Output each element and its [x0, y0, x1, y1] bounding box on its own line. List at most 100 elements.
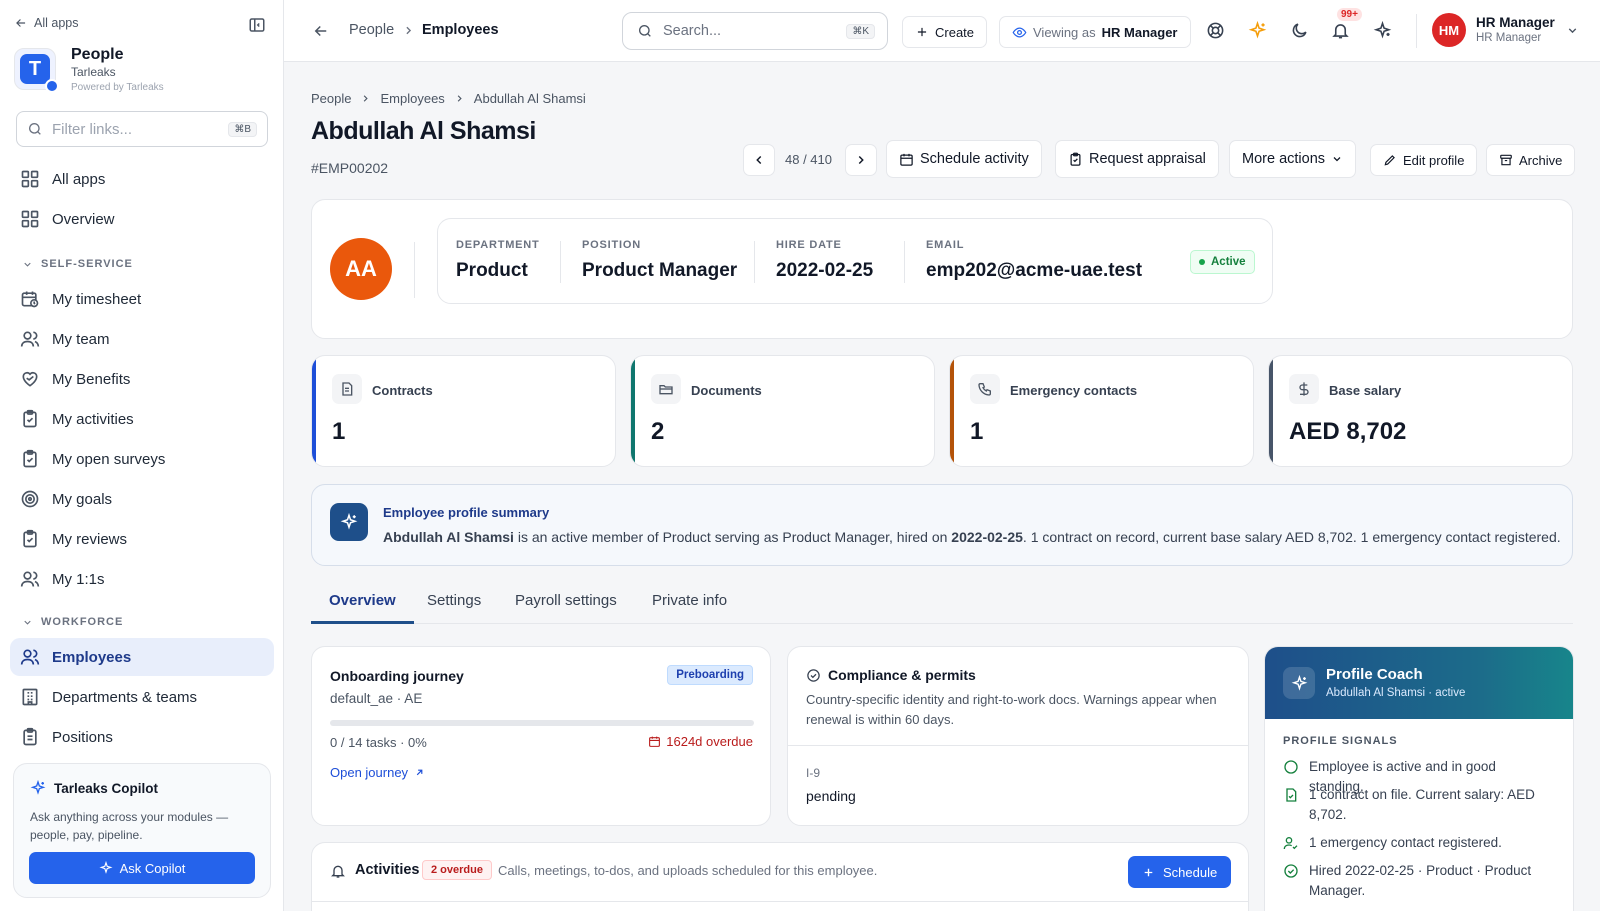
request-appraisal-button[interactable]: Request appraisal [1055, 140, 1219, 178]
sidebar-collapse-icon[interactable] [248, 16, 266, 34]
page-title: Abdullah Al Shamsi [311, 117, 536, 145]
stat-card-emergency-contacts[interactable]: Emergency contacts 1 [949, 355, 1254, 467]
stat-label: Contracts [372, 383, 433, 398]
signal-item: 1 contract on file. Current salary: AED … [1283, 785, 1543, 825]
breadcrumb-people[interactable]: People [349, 22, 394, 38]
onboarding-template: default_ae · AE [330, 691, 423, 706]
stat-icon-wrap [1289, 374, 1319, 404]
archive-icon [1499, 153, 1513, 167]
clipboard-check-icon [20, 449, 40, 469]
onboarding-badge: Preboarding [667, 665, 753, 685]
more-actions-button[interactable]: More actions [1229, 140, 1357, 178]
open-journey-label: Open journey [330, 765, 409, 780]
profile-coach-card: Profile Coach Abdullah Al Shamsi · activ… [1264, 646, 1574, 911]
external-link-icon [414, 767, 425, 778]
stat-card-base-salary[interactable]: Base salary AED 8,702 [1268, 355, 1573, 467]
user-menu[interactable]: HM HR Manager HR Manager [1432, 13, 1582, 49]
tab-overview[interactable]: Overview [311, 592, 414, 624]
tab-payroll-settings[interactable]: Payroll settings [515, 592, 617, 624]
breadcrumb-item[interactable]: Employees [380, 91, 444, 106]
sidebar-item-label: My team [52, 330, 110, 348]
ask-copilot-button[interactable]: Ask Copilot [29, 852, 255, 884]
sidebar-item-overview[interactable]: Overview [10, 200, 274, 238]
clipboard-check-icon [1068, 152, 1083, 167]
archive-button[interactable]: Archive [1486, 144, 1576, 176]
building-icon [20, 687, 40, 707]
sidebar-item-my-timesheet[interactable]: My timesheet [10, 280, 274, 318]
breadcrumb-employees: Employees [422, 22, 499, 38]
compliance-title: Compliance & permits [828, 667, 976, 683]
magic-icon[interactable] [1373, 21, 1392, 40]
back-arrow-icon[interactable] [312, 22, 330, 40]
sparkle-ai-icon[interactable] [1248, 21, 1267, 40]
target-icon [20, 489, 40, 509]
compliance-doc-label: I-9 [806, 766, 821, 780]
sidebar-item-label: Employees [52, 648, 132, 666]
user-role: HR Manager [1476, 32, 1542, 44]
sidebar-item-my-reviews[interactable]: My reviews [10, 520, 274, 558]
divider [560, 241, 561, 283]
bell-icon [330, 863, 346, 879]
schedule-activity-button[interactable]: Schedule activity [886, 140, 1042, 178]
copilot-description: Ask anything across your modules — peopl… [30, 810, 229, 842]
stat-card-documents[interactable]: Documents 2 [630, 355, 935, 467]
viewing-as-button[interactable]: Viewing as HR Manager [999, 16, 1191, 48]
previous-record-button[interactable] [743, 144, 775, 176]
schedule-label: Schedule [1163, 864, 1218, 880]
open-journey-link[interactable]: Open journey [330, 765, 425, 780]
breadcrumb-item[interactable]: People [311, 91, 351, 106]
sidebar-item-my-goals[interactable]: My goals [10, 480, 274, 518]
sidebar-item-my-activities[interactable]: My activities [10, 400, 274, 438]
create-button[interactable]: Create [902, 16, 988, 48]
sidebar-item-my-team[interactable]: My team [10, 320, 274, 358]
summary-text-part: . 1 contract on record, current base sal… [1022, 529, 1561, 545]
stat-value: 1 [970, 418, 984, 445]
next-record-button[interactable] [845, 144, 877, 176]
search-placeholder: Search... [663, 23, 722, 39]
sidebar-item-my-1on1s[interactable]: My 1:1s [10, 560, 274, 598]
sidebar-item-my-benefits[interactable]: My Benefits [10, 360, 274, 398]
sidebar-item-all-apps[interactable]: All apps [10, 160, 274, 198]
moon-icon[interactable] [1290, 21, 1309, 40]
sidebar-item-label: Positions [52, 728, 113, 746]
arrow-left-icon [14, 16, 28, 30]
back-to-all-apps[interactable]: All apps [14, 16, 78, 30]
overdue-text: 1624d overdue [666, 734, 753, 749]
self-service-section-toggle[interactable]: SELF-SERVICE [22, 258, 133, 270]
onboarding-title: Onboarding journey [330, 668, 464, 684]
sidebar-item-positions[interactable]: Positions [10, 718, 274, 756]
search-icon [27, 121, 43, 137]
sidebar-item-label: My reviews [52, 530, 128, 548]
sidebar-item-label: My timesheet [52, 290, 142, 308]
schedule-activity-label: Schedule activity [920, 151, 1029, 167]
stat-value: 2 [651, 418, 665, 445]
workforce-section-toggle[interactable]: WORKFORCE [22, 616, 123, 628]
tab-bar [311, 623, 1573, 624]
grid-icon [20, 209, 40, 229]
help-icon[interactable] [1206, 21, 1225, 40]
tab-private-info[interactable]: Private info [652, 592, 727, 624]
calendar-icon [899, 152, 914, 167]
clipboard-icon [20, 727, 40, 747]
email-value[interactable]: emp202@acme-uae.test [926, 260, 1142, 282]
filter-links-input[interactable]: Filter links... ⌘B [16, 111, 268, 147]
schedule-button[interactable]: Schedule [1128, 856, 1232, 888]
stat-accent [1269, 356, 1273, 466]
global-search[interactable]: Search... ⌘K [622, 12, 888, 50]
activities-title: Activities [355, 862, 420, 878]
sidebar-item-my-open-surveys[interactable]: My open surveys [10, 440, 274, 478]
coach-icon-wrap [1283, 667, 1315, 699]
divider [904, 241, 905, 283]
tab-settings[interactable]: Settings [427, 592, 481, 624]
overdue-badge: 2 overdue [422, 860, 492, 880]
sidebar-item-employees[interactable]: Employees [10, 638, 274, 676]
sidebar-item-departments-teams[interactable]: Departments & teams [10, 678, 274, 716]
department-value: Product [456, 260, 528, 281]
sidebar-item-label: My goals [52, 490, 113, 508]
edit-profile-button[interactable]: Edit profile [1370, 144, 1478, 176]
sidebar-item-label: Overview [52, 210, 115, 228]
stat-label: Documents [691, 383, 762, 398]
bell-icon[interactable] [1331, 21, 1350, 40]
circle-icon [1283, 759, 1299, 775]
stat-card-contracts[interactable]: Contracts 1 [311, 355, 616, 467]
